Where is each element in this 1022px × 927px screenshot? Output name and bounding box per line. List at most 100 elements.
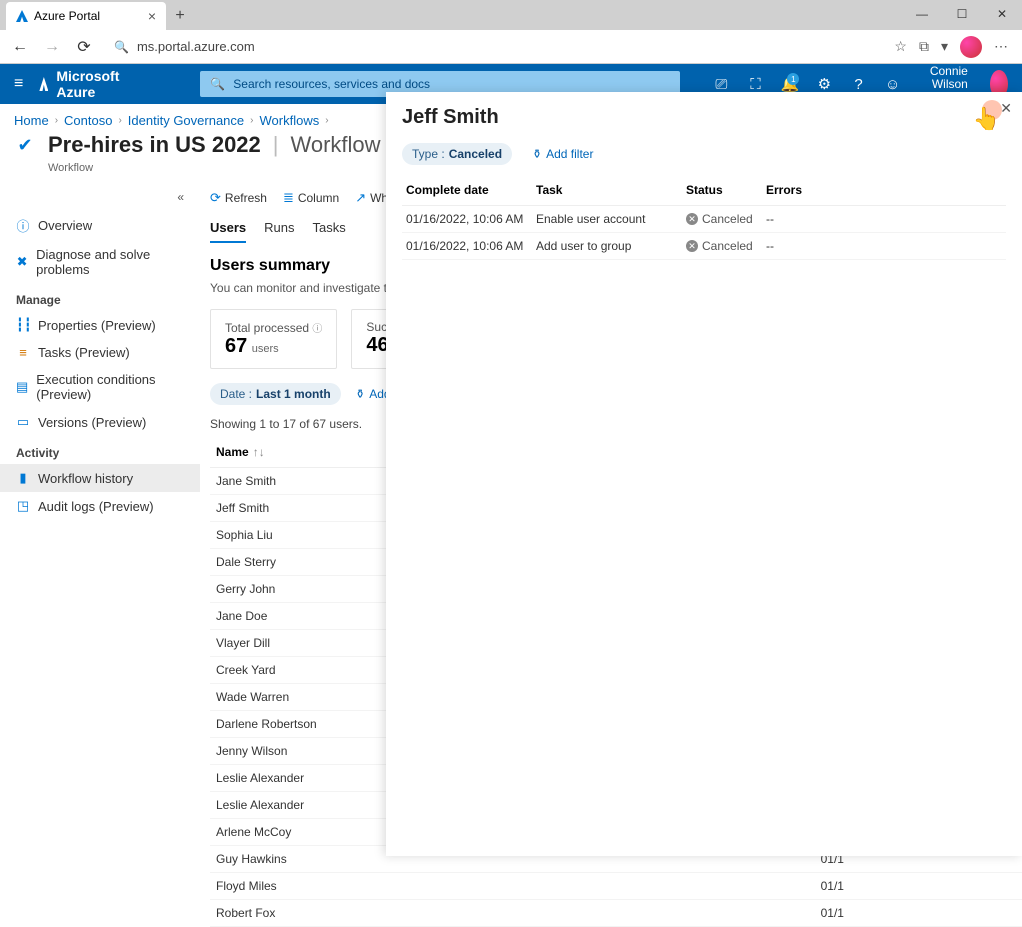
nav-overview[interactable]: ⓘ Overview: [0, 210, 200, 241]
nav-header-activity: Activity: [0, 436, 200, 464]
cell-status: ✕Canceled: [682, 206, 762, 233]
nav-label: Workflow history: [38, 471, 133, 486]
browser-tab[interactable]: Azure Portal ×: [6, 2, 166, 30]
panel-table: Complete date Task Status Errors 01/16/2…: [402, 175, 1006, 260]
col-label: Name: [216, 445, 249, 459]
cell-task: Add user to group: [532, 233, 682, 260]
table-row[interactable]: Floyd Miles01/1: [210, 873, 1022, 900]
col-status[interactable]: Status: [682, 175, 762, 206]
properties-icon: ┇┇: [16, 317, 30, 333]
panel-title: Jeff Smith: [402, 106, 1006, 137]
nav-label: Audit logs (Preview): [38, 499, 154, 514]
column-icon: ≣: [283, 190, 294, 206]
refresh-button[interactable]: ⟳Refresh: [210, 190, 267, 206]
col-errors[interactable]: Errors: [762, 175, 1006, 206]
nav-label: Versions (Preview): [38, 415, 146, 430]
panel-close-button[interactable]: ✕: [1000, 100, 1012, 117]
favorite-icon[interactable]: ☆: [894, 38, 907, 55]
crumb-identity[interactable]: Identity Governance: [128, 113, 244, 128]
window-close[interactable]: ✕: [982, 0, 1022, 28]
panel-add-filter[interactable]: ⚱Add filter: [532, 147, 593, 161]
more-icon[interactable]: ⋯: [994, 38, 1008, 55]
user-name: Connie Wilson: [918, 65, 968, 91]
pill-value: Canceled: [449, 147, 502, 161]
history-icon: ▮: [16, 470, 30, 486]
nav-properties[interactable]: ┇┇ Properties (Preview): [0, 311, 200, 339]
detail-panel: ✕ Jeff Smith Type : Canceled ⚱Add filter…: [386, 92, 1022, 856]
search-icon: 🔍: [114, 40, 129, 54]
sort-icon: ↑↓: [253, 445, 265, 459]
azure-icon: [16, 10, 28, 22]
cell-name: Floyd Miles: [210, 873, 815, 900]
cell-task: Enable user account: [532, 206, 682, 233]
nav-exec-conditions[interactable]: ▤Execution conditions (Preview): [0, 366, 200, 408]
window-maximize[interactable]: ☐: [942, 0, 982, 28]
notifications-icon[interactable]: 🔔1: [781, 75, 800, 93]
column-button[interactable]: ≣Column: [283, 190, 339, 206]
nav-workflow-history[interactable]: ▮ Workflow history: [0, 464, 200, 492]
date-filter-pill[interactable]: Date : Last 1 month: [210, 383, 341, 405]
crumb-contoso[interactable]: Contoso: [64, 113, 112, 128]
nav-label: Diagnose and solve problems: [36, 247, 184, 277]
card-number: 67: [225, 335, 247, 357]
conditions-icon: ▤: [16, 379, 28, 395]
table-row: 01/16/2022, 10:06 AMEnable user account✕…: [402, 206, 1006, 233]
filter-icon: ⚱: [355, 387, 365, 401]
col-task[interactable]: Task: [532, 175, 682, 206]
col-complete-date[interactable]: Complete date: [402, 175, 532, 206]
canceled-icon: ✕: [686, 240, 698, 252]
cell-complete: 01/1: [815, 900, 1022, 927]
info-icon: ⓘ: [16, 216, 30, 235]
tab-close-icon[interactable]: ×: [148, 8, 156, 24]
canceled-icon: ✕: [686, 213, 698, 225]
forward-button[interactable]: →: [40, 35, 64, 59]
tab-users[interactable]: Users: [210, 216, 246, 243]
nav-label: Properties (Preview): [38, 318, 156, 333]
collections-icon[interactable]: ⧉: [919, 38, 929, 55]
collapse-nav-icon[interactable]: «: [0, 188, 200, 210]
nav-versions[interactable]: ▭Versions (Preview): [0, 408, 200, 436]
brand[interactable]: Microsoft Azure: [39, 68, 124, 100]
help-icon[interactable]: ?: [849, 76, 867, 93]
azure-logo-icon: [39, 77, 48, 91]
table-row[interactable]: Robert Fox01/1: [210, 900, 1022, 927]
workflow-icon: ✔︎: [14, 134, 36, 156]
tab-runs[interactable]: Runs: [264, 216, 294, 243]
nav-diagnose[interactable]: ✖ Diagnose and solve problems: [0, 241, 200, 283]
diagnose-icon: ✖: [16, 254, 28, 270]
search-icon: 🔍: [210, 77, 225, 91]
card-unit: users: [252, 343, 279, 355]
tab-tasks[interactable]: Tasks: [313, 216, 346, 243]
refresh-button[interactable]: ⟳: [72, 35, 96, 59]
url-text: ms.portal.azure.com: [137, 39, 255, 54]
info-icon[interactable]: ⓘ: [312, 324, 322, 335]
new-tab-button[interactable]: +: [166, 2, 194, 30]
back-button[interactable]: ←: [8, 35, 32, 59]
card-label: Total processed: [225, 321, 309, 335]
tab-title: Azure Portal: [34, 9, 100, 23]
directory-icon[interactable]: ⛶: [746, 76, 764, 93]
cloudshell-icon[interactable]: ⎚: [712, 76, 730, 93]
cell-complete: 01/16/2022, 10:06 AM: [402, 206, 532, 233]
window-minimize[interactable]: —: [902, 0, 942, 28]
nav-audit-logs[interactable]: ◳Audit logs (Preview): [0, 492, 200, 520]
filter-icon: ⚱: [532, 147, 542, 161]
feedback-icon[interactable]: ☺: [884, 76, 902, 93]
type-filter-pill[interactable]: Type : Canceled: [402, 143, 512, 165]
tasks-icon: ≡: [16, 345, 30, 360]
nav-label: Overview: [38, 218, 92, 233]
cell-errors: --: [762, 233, 1006, 260]
address-bar[interactable]: 🔍 ms.portal.azure.com: [104, 34, 886, 60]
crumb-home[interactable]: Home: [14, 113, 49, 128]
cursor-highlight: [982, 100, 1002, 120]
brand-text: Microsoft Azure: [56, 68, 124, 100]
cell-complete: 01/16/2022, 10:06 AM: [402, 233, 532, 260]
crumb-workflows[interactable]: Workflows: [260, 113, 320, 128]
nav-tasks[interactable]: ≡Tasks (Preview): [0, 339, 200, 366]
caret-down-icon[interactable]: ▾: [941, 38, 948, 55]
profile-avatar[interactable]: [960, 36, 982, 58]
pill-label: Date :: [220, 387, 252, 401]
refresh-icon: ⟳: [210, 190, 221, 206]
hamburger-icon[interactable]: ≡: [14, 75, 23, 93]
settings-icon[interactable]: ⚙: [815, 75, 833, 93]
